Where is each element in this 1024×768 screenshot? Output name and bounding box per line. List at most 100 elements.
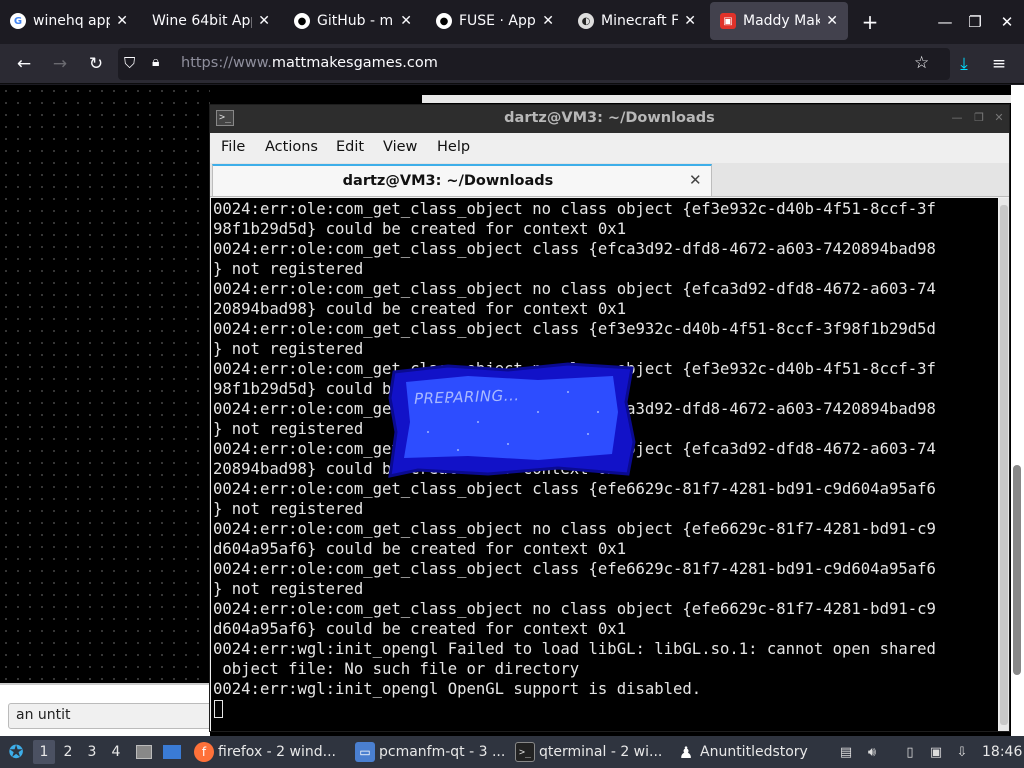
terminal-tab-label: dartz@VM3: ~/Downloads bbox=[342, 173, 554, 189]
terminal-line: } not registered bbox=[213, 340, 364, 358]
download-icon[interactable]: ⤓ bbox=[950, 50, 978, 78]
github-icon: ● bbox=[436, 13, 452, 29]
tab-title: GitHub - mm bbox=[317, 13, 394, 29]
terminal-titlebar[interactable]: >_ dartz@VM3: ~/Downloads — ❐ ✕ bbox=[210, 105, 1009, 133]
browser-tab-active[interactable]: ▣ Maddy Make ✕ bbox=[710, 2, 848, 40]
desktop-2[interactable]: 2 bbox=[57, 740, 79, 764]
close-tab-icon[interactable]: ✕ bbox=[689, 171, 702, 189]
shield-icon[interactable]: ⛉ bbox=[124, 54, 135, 72]
restore-icon[interactable]: ❐ bbox=[960, 0, 990, 44]
network-icon[interactable]: ▣ bbox=[926, 742, 946, 762]
tab-title: Maddy Make bbox=[743, 13, 821, 29]
menu-hamburger-icon[interactable]: ≡ bbox=[985, 50, 1013, 78]
terminal-line: 0024:err:ole:com_get_class_object class … bbox=[213, 240, 936, 258]
terminal-scrollbar-thumb[interactable] bbox=[1000, 205, 1008, 725]
close-tab-icon[interactable]: ✕ bbox=[826, 13, 838, 29]
tab-title: Wine 64bit Appl bbox=[152, 13, 253, 29]
clipboard-icon[interactable]: ▤ bbox=[836, 742, 856, 762]
close-tab-icon[interactable]: ✕ bbox=[542, 13, 554, 29]
task-qterminal[interactable]: >_ qterminal - 2 wi... bbox=[515, 736, 670, 768]
game-icon: ♟ bbox=[678, 742, 694, 762]
task-label: qterminal - 2 wi... bbox=[539, 744, 663, 760]
maximize-icon[interactable]: ❐ bbox=[972, 111, 986, 125]
terminal-icon: >_ bbox=[515, 742, 535, 762]
updates-icon[interactable]: ⇩ bbox=[952, 742, 972, 762]
browser-tab[interactable]: Wine 64bit Appl ✕ bbox=[142, 2, 280, 40]
menu-file[interactable]: File bbox=[221, 139, 245, 155]
browser-tab[interactable]: ◐ Minecraft For ✕ bbox=[568, 2, 706, 40]
close-window-icon[interactable]: ✕ bbox=[992, 111, 1006, 125]
minecraft-icon: ◐ bbox=[578, 13, 594, 29]
terminal-cursor bbox=[214, 700, 223, 718]
terminal-tab[interactable]: dartz@VM3: ~/Downloads ✕ bbox=[212, 164, 712, 196]
task-firefox[interactable]: f firefox - 2 wind... bbox=[194, 736, 349, 768]
tab-title: Minecraft For bbox=[601, 13, 679, 29]
terminal-line: } not registered bbox=[213, 580, 364, 598]
task-label: pcmanfm-qt - 3 ... bbox=[379, 744, 506, 760]
terminal-line: 0024:err:ole:com_get_class_object class … bbox=[213, 560, 936, 578]
game-banner-strip bbox=[422, 95, 1012, 103]
tab-title: FUSE · AppIn bbox=[459, 13, 536, 29]
close-tab-icon[interactable]: ✕ bbox=[684, 13, 696, 29]
url-bar[interactable]: ⛉ 🔒︎ https://www.mattmakesgames.com ☆ bbox=[118, 48, 950, 80]
show-desktop-icon[interactable] bbox=[162, 742, 182, 762]
story-name-input[interactable]: an untit bbox=[8, 703, 212, 729]
desktop-1[interactable]: 1 bbox=[33, 740, 55, 764]
terminal-line: } not registered bbox=[213, 420, 364, 438]
start-menu-icon[interactable]: ✪ bbox=[4, 742, 28, 763]
menu-help[interactable]: Help bbox=[437, 139, 470, 155]
menu-edit[interactable]: Edit bbox=[336, 139, 364, 155]
terminal-menubar: File Actions Edit View Help bbox=[210, 133, 1009, 163]
close-window-icon[interactable]: ✕ bbox=[992, 0, 1022, 44]
terminal-line: 0024:err:ole:com_get_class_object no cla… bbox=[213, 520, 936, 538]
terminal-line: 0024:err:ole:com_get_class_object class … bbox=[213, 320, 936, 338]
menu-actions[interactable]: Actions bbox=[265, 139, 318, 155]
minimize-icon[interactable]: — bbox=[930, 0, 960, 44]
dotted-background bbox=[0, 85, 210, 685]
terminal-line: 0024:err:wgl:init_opengl OpenGL support … bbox=[213, 680, 702, 698]
notes-icon[interactable]: ▯ bbox=[900, 742, 920, 762]
preparing-splash bbox=[388, 362, 636, 478]
desktop-4[interactable]: 4 bbox=[105, 740, 127, 764]
terminal-line: d604a95af6} could be created for context… bbox=[213, 620, 627, 638]
back-arrow-icon[interactable]: ← bbox=[10, 50, 38, 78]
url-text[interactable]: https://www.mattmakesgames.com bbox=[181, 55, 438, 71]
terminal-line: 98f1b29d5d} could be created for context… bbox=[213, 220, 627, 238]
preparing-text: PREPARING... bbox=[413, 386, 520, 408]
terminal-line: 0024:err:wgl:init_opengl Failed to load … bbox=[213, 640, 936, 658]
browser-nav-bar: ← → ↻ ⛉ 🔒︎ https://www.mattmakesgames.co… bbox=[0, 44, 1024, 84]
lock-icon[interactable]: 🔒︎ bbox=[152, 54, 159, 70]
reload-icon[interactable]: ↻ bbox=[82, 50, 110, 78]
new-tab-button[interactable]: + bbox=[855, 0, 885, 44]
browser-tab[interactable]: ● GitHub - mm ✕ bbox=[284, 2, 422, 40]
task-game[interactable]: ♟ Anuntitledstory bbox=[676, 736, 831, 768]
close-tab-icon[interactable]: ✕ bbox=[258, 13, 270, 29]
tab-title: winehq appi bbox=[33, 13, 111, 29]
taskbar: ✪ 1 2 3 4 f firefox - 2 wind... ▭ pcmanf… bbox=[0, 736, 1024, 768]
forward-arrow-icon[interactable]: → bbox=[46, 50, 74, 78]
terminal-line: } not registered bbox=[213, 260, 364, 278]
terminal-tab-bar: dartz@VM3: ~/Downloads ✕ bbox=[210, 163, 1009, 197]
browser-tab[interactable]: G winehq appi ✕ bbox=[0, 2, 138, 40]
terminal-window-title: dartz@VM3: ~/Downloads bbox=[504, 110, 715, 126]
page-scrollbar-thumb[interactable] bbox=[1013, 465, 1021, 675]
bookmark-star-icon[interactable]: ☆ bbox=[914, 53, 929, 73]
volume-icon[interactable]: 🔊︎ bbox=[862, 742, 882, 762]
terminal-line: 0024:err:ole:com_get_class_object no cla… bbox=[213, 600, 936, 618]
browser-tab-strip: G winehq appi ✕ Wine 64bit Appl ✕ ● GitH… bbox=[0, 0, 1024, 44]
url-host: mattmakesgames.com bbox=[271, 55, 438, 71]
task-pcmanfm[interactable]: ▭ pcmanfm-qt - 3 ... bbox=[355, 736, 510, 768]
close-tab-icon[interactable]: ✕ bbox=[116, 13, 128, 29]
menu-view[interactable]: View bbox=[383, 139, 417, 155]
file-manager-launcher-icon[interactable] bbox=[134, 742, 154, 762]
task-label: firefox - 2 wind... bbox=[218, 744, 336, 760]
firefox-icon: f bbox=[194, 742, 214, 762]
url-scheme: https://www. bbox=[181, 55, 272, 71]
browser-tab[interactable]: ● FUSE · AppIn ✕ bbox=[426, 2, 564, 40]
minimize-icon[interactable]: — bbox=[950, 111, 964, 125]
desktop-3[interactable]: 3 bbox=[81, 740, 103, 764]
terminal-line: 0024:err:ole:com_get_class_object no cla… bbox=[213, 200, 936, 218]
terminal-line: 0024:err:ole:com_get_class_object no cla… bbox=[213, 280, 936, 298]
folder-icon: ▭ bbox=[355, 742, 375, 762]
close-tab-icon[interactable]: ✕ bbox=[400, 13, 412, 29]
